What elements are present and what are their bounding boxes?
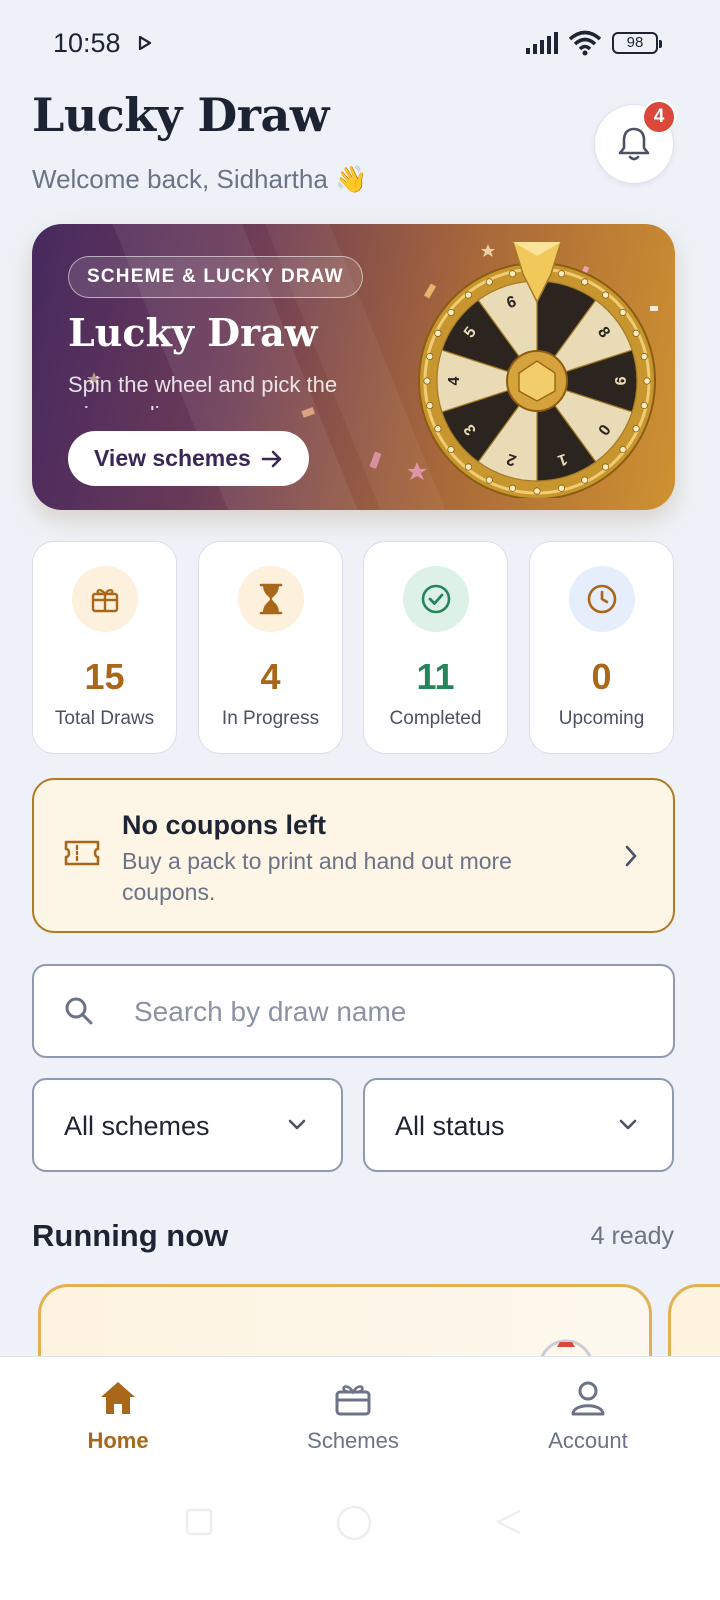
stat-card-completed[interactable]: 11 Completed [363, 541, 508, 754]
hero-subtitle: Spin the wheel and pick the winners live [68, 372, 338, 410]
stat-icon-bg [402, 566, 469, 632]
status-filter-select[interactable]: All status [363, 1078, 674, 1172]
bell-icon [618, 127, 650, 161]
search-input[interactable] [134, 988, 634, 1036]
search-icon [65, 997, 93, 1025]
status-icons: 98 [524, 30, 662, 56]
stat-card-upcoming[interactable]: 0 Upcoming [529, 541, 674, 754]
status-filter-value: All status [395, 1111, 505, 1141]
coupon-banner-title: No coupons left [122, 810, 326, 840]
chevron-right-icon [625, 845, 637, 867]
nav-label: Home [87, 1428, 149, 1453]
coupon-banner-subtitle: Buy a pack to print and hand out more co… [122, 848, 512, 905]
wheel-number: 9 [611, 377, 628, 386]
gift-icon [335, 1385, 371, 1416]
no-coupons-banner[interactable]: No coupons left Buy a pack to print and … [32, 778, 675, 933]
stat-label: Total Draws [54, 708, 155, 729]
nav-label: Account [548, 1428, 628, 1453]
media-play-icon [138, 36, 152, 50]
nav-home[interactable]: Home [43, 1379, 193, 1454]
page-title: Lucky Draw [32, 88, 329, 142]
nav-label: Schemes [307, 1428, 399, 1453]
hourglass-icon [259, 583, 282, 615]
stat-label: Upcoming [558, 708, 645, 729]
home-icon [101, 1382, 135, 1414]
wifi-icon [568, 30, 602, 56]
scheme-filter-value: All schemes [64, 1111, 210, 1141]
stat-value: 0 [591, 656, 612, 697]
stat-value: 11 [416, 656, 455, 697]
hero-banner: SCHEME & LUCKY DRAW Lucky Draw Spin the … [32, 224, 675, 510]
section-title: Running now [32, 1218, 229, 1253]
check-circle-icon [421, 584, 450, 614]
hero-title: Lucky Draw [68, 310, 318, 355]
search-box[interactable] [32, 964, 675, 1058]
stat-icon-bg [71, 566, 138, 632]
arrow-right-icon [261, 450, 282, 467]
back-button-icon[interactable] [494, 1507, 524, 1537]
stat-label: Completed [389, 708, 482, 729]
stat-value: 4 [260, 656, 281, 697]
bottom-nav: Home Schemes Account [0, 1356, 720, 1600]
nav-account[interactable]: Account [513, 1379, 663, 1454]
ticket-icon [64, 840, 100, 866]
chevron-down-icon [619, 1119, 637, 1130]
battery-indicator: 98 [612, 32, 662, 54]
chevron-down-icon [288, 1119, 306, 1130]
status-time: 10:58 [53, 28, 121, 58]
signal-icon [526, 32, 558, 54]
stat-icon-bg [568, 566, 635, 632]
hero-chip: SCHEME & LUCKY DRAW [68, 256, 363, 298]
recents-button-icon[interactable] [184, 1507, 214, 1537]
stat-card-total-draws[interactable]: 15 Total Draws [32, 541, 177, 754]
welcome-text: Welcome back, Sidhartha 👋 [32, 164, 368, 194]
section-count: 4 ready [590, 1222, 674, 1250]
stat-card-in-progress[interactable]: 4 In Progress [198, 541, 343, 754]
gift-icon [91, 589, 118, 613]
stat-icon-bg [237, 566, 304, 632]
nav-schemes[interactable]: Schemes [278, 1379, 428, 1454]
clock-icon [587, 584, 616, 614]
notification-badge: 4 [642, 100, 676, 134]
stat-label: In Progress [221, 708, 320, 729]
prize-wheel-illustration: 890123456 [418, 241, 656, 498]
user-icon [571, 1381, 605, 1416]
home-button-icon[interactable] [334, 1503, 374, 1543]
view-schemes-button[interactable]: View schemes [68, 431, 309, 486]
view-schemes-label: View schemes [94, 445, 251, 471]
stat-value: 15 [84, 656, 125, 697]
wheel-number: 4 [446, 376, 463, 385]
scheme-filter-select[interactable]: All schemes [32, 1078, 343, 1172]
